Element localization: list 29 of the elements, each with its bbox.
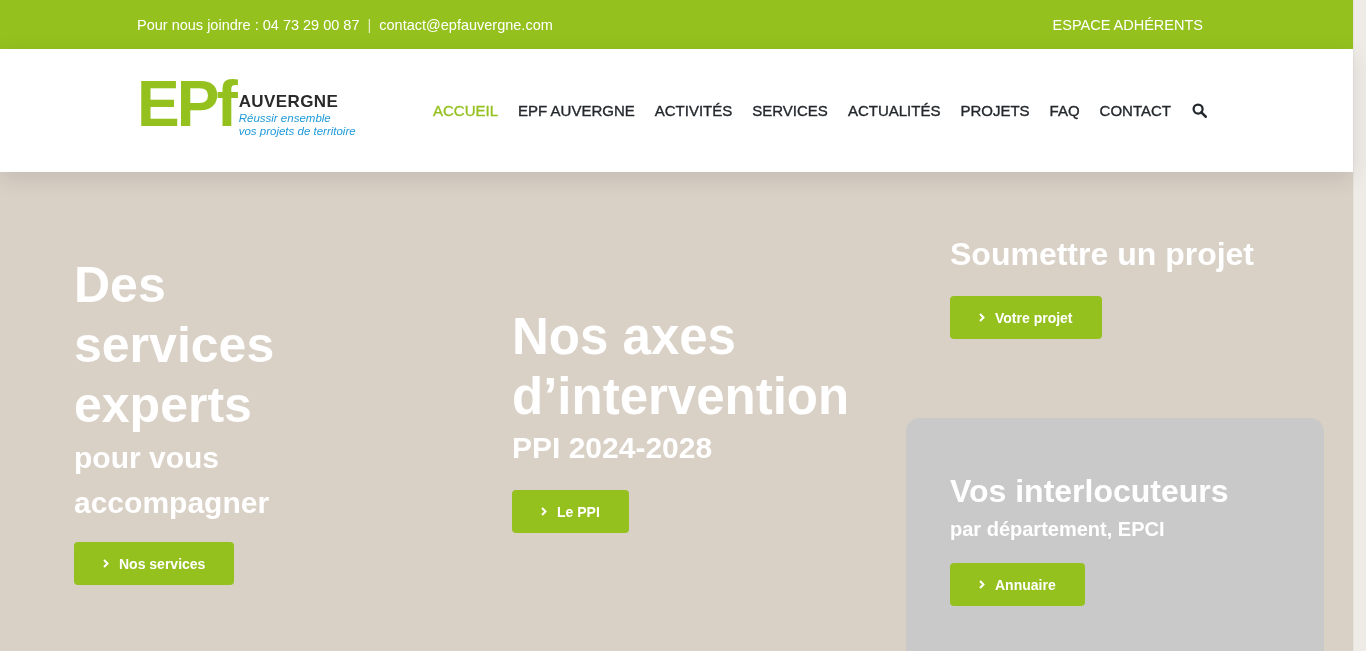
nav-link[interactable]: FAQ — [1049, 102, 1080, 119]
nav-link[interactable]: EPF AUVERGNE — [518, 102, 635, 119]
hero-subheading: pour vous accompagner — [74, 440, 271, 521]
nav-link[interactable]: ACTIVITÉS — [654, 102, 733, 119]
search-icon[interactable] — [1192, 103, 1207, 118]
chevron-right-icon — [979, 580, 985, 589]
hero-heading: Des services experts — [74, 256, 276, 435]
nav-link[interactable]: CONTACT — [1099, 102, 1171, 119]
nav-link[interactable]: SERVICES — [752, 102, 828, 119]
cta-button[interactable]: Annuaire — [950, 563, 1085, 606]
cta-button[interactable]: Le PPI — [512, 490, 629, 533]
member-area-link[interactable]: ESPACE ADHÉRENTS — [1052, 16, 1203, 33]
chevron-right-icon — [979, 313, 985, 322]
nav-link[interactable]: ACTUALITÉS — [847, 102, 941, 119]
nav-link[interactable]: PROJETS — [960, 102, 1030, 119]
hero-heading: Soumettre un projet — [950, 235, 1254, 274]
chevron-right-icon — [541, 507, 547, 516]
hero-heading: Nos axes d’intervention — [512, 307, 851, 427]
cta-button[interactable]: Nos services — [74, 542, 235, 585]
logo-wordmark[interactable]: EPf — [137, 72, 235, 136]
nav-link[interactable]: ACCUEIL — [433, 102, 499, 119]
hero-subheading: PPI 2024-2028 — [512, 430, 713, 466]
chevron-right-icon — [103, 559, 109, 568]
cta-button[interactable]: Votre projet — [950, 296, 1102, 339]
separator: | — [367, 16, 372, 33]
logo-region-name: AUVERGNE — [238, 93, 340, 110]
email-link[interactable]: contact@epfauvergne.com — [379, 16, 553, 33]
contact-phone-text: Pour nous joindre : 04 73 29 00 87 — [137, 16, 360, 33]
logo-tagline: Réussir ensemble vos projets de territoire — [238, 112, 356, 137]
